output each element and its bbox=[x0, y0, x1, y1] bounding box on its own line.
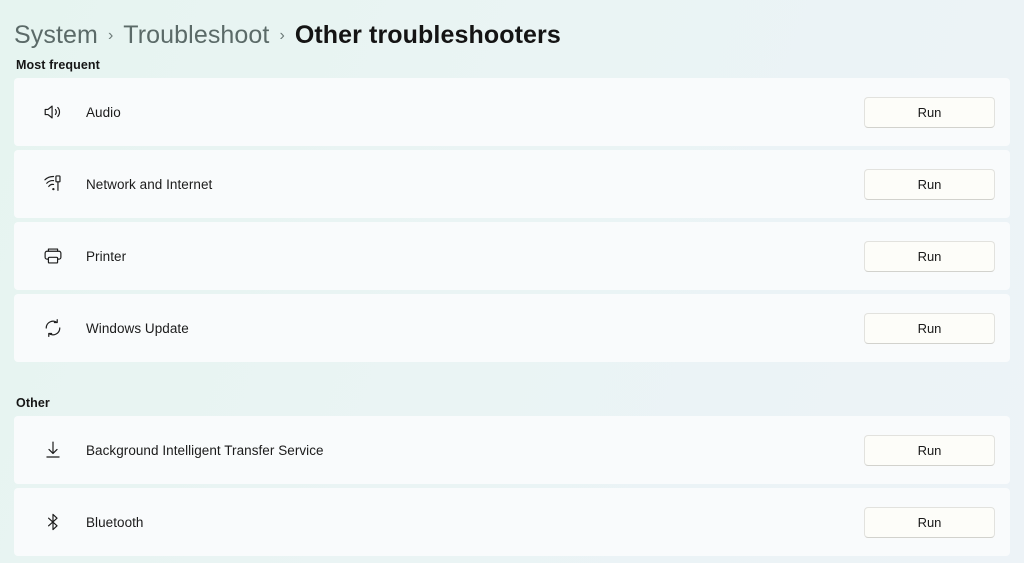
section-most-frequent: Most frequent Audio Run Network and Inte… bbox=[0, 58, 1024, 362]
speaker-icon bbox=[40, 99, 66, 125]
section-heading: Most frequent bbox=[16, 58, 100, 72]
wifi-device-icon bbox=[40, 171, 66, 197]
breadcrumb-item-system[interactable]: System bbox=[14, 21, 98, 50]
printer-icon bbox=[40, 243, 66, 269]
troubleshooter-label: Windows Update bbox=[86, 320, 189, 336]
run-button-bluetooth[interactable]: Run bbox=[864, 506, 995, 538]
section-other: Other Background Intelligent Transfer Se… bbox=[0, 396, 1024, 556]
troubleshooter-label: Printer bbox=[86, 248, 127, 264]
troubleshooter-row-printer[interactable]: Printer Run bbox=[14, 222, 1010, 290]
download-arrow-icon bbox=[40, 437, 66, 463]
troubleshooter-row-audio[interactable]: Audio Run bbox=[14, 78, 1010, 146]
sync-arrows-icon bbox=[40, 315, 66, 341]
troubleshooter-row-bits[interactable]: Background Intelligent Transfer Service … bbox=[14, 416, 1010, 484]
chevron-right-icon: › bbox=[107, 27, 114, 44]
run-button-network-and-internet[interactable]: Run bbox=[864, 168, 995, 200]
run-button-printer[interactable]: Run bbox=[864, 240, 995, 272]
troubleshooter-list: Audio Run Network and Internet Run Print… bbox=[0, 78, 1024, 362]
chevron-right-icon: › bbox=[279, 27, 285, 44]
troubleshooter-row-windows-update[interactable]: Windows Update Run bbox=[14, 294, 1010, 362]
troubleshooter-label: Bluetooth bbox=[86, 514, 144, 530]
troubleshooter-row-bluetooth[interactable]: Bluetooth Run bbox=[14, 488, 1010, 556]
page-title: Other troubleshooters bbox=[294, 20, 561, 49]
run-button-bits[interactable]: Run bbox=[864, 434, 995, 466]
section-heading: Other bbox=[16, 396, 50, 410]
breadcrumb: System › Troubleshoot › Other troublesho… bbox=[0, 0, 1024, 58]
troubleshooter-list-other: Background Intelligent Transfer Service … bbox=[0, 416, 1024, 556]
run-button-windows-update[interactable]: Run bbox=[864, 312, 995, 344]
troubleshooter-label: Network and Internet bbox=[86, 176, 213, 192]
troubleshooter-label: Audio bbox=[86, 104, 121, 120]
troubleshooter-row-network-and-internet[interactable]: Network and Internet Run bbox=[14, 150, 1010, 218]
bluetooth-icon bbox=[40, 509, 66, 535]
breadcrumb-item-troubleshoot[interactable]: Troubleshoot bbox=[123, 21, 269, 50]
run-button-audio[interactable]: Run bbox=[864, 96, 995, 128]
troubleshooter-label: Background Intelligent Transfer Service bbox=[86, 442, 324, 458]
